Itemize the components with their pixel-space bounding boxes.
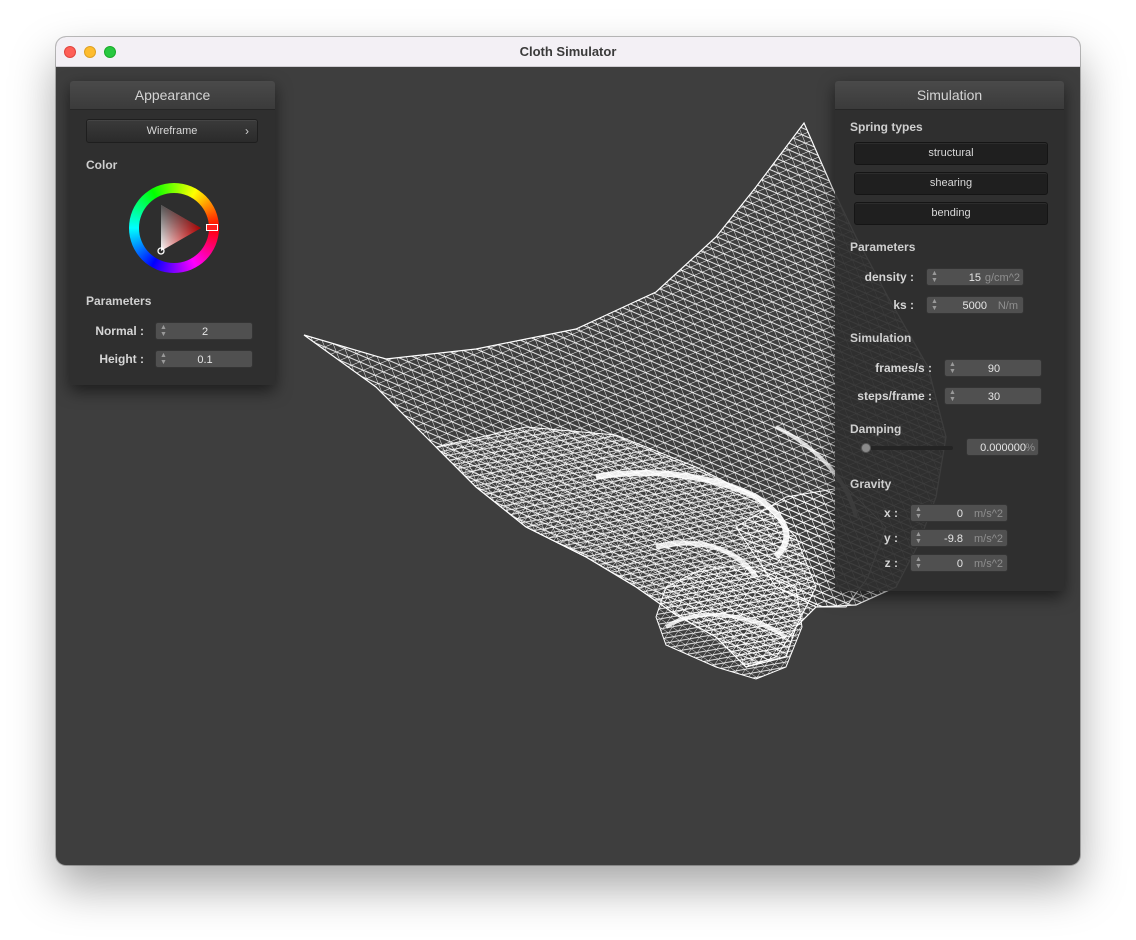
color-wheel[interactable] — [129, 183, 219, 273]
gravity-x-label: x : — [883, 506, 898, 520]
steps-per-frame-label: steps/frame : — [857, 389, 932, 403]
steps-per-frame-input[interactable]: ▲ ▼ 30 — [944, 387, 1042, 405]
fps-label: frames/s : — [875, 361, 932, 375]
gravity-y-label: y : — [883, 531, 898, 545]
simulation-parameters-label: Parameters — [850, 240, 916, 254]
normal-input[interactable]: ▲ ▼ 2 — [155, 322, 253, 340]
gravity-y-input[interactable]: ▲ ▼ -9.8 m/s^2 — [910, 529, 1008, 547]
fps-value: 90 — [987, 363, 1001, 375]
shader-select-label: Wireframe — [146, 125, 198, 137]
height-input[interactable]: ▲ ▼ 0.1 — [155, 350, 253, 368]
gravity-z-unit: m/s^2 — [974, 558, 1003, 570]
fps-input[interactable]: ▲ ▼ 90 — [944, 359, 1042, 377]
appearance-parameters-label: Parameters — [86, 294, 152, 308]
damping-value: 0.000000 — [980, 442, 1026, 454]
render-viewport[interactable]: Appearance Wireframe › Color Parameters … — [56, 67, 1080, 865]
damping-slider-handle[interactable] — [861, 443, 871, 453]
spinner-arrows-icon[interactable]: ▲ ▼ — [915, 556, 922, 570]
ks-unit: N/m — [997, 300, 1018, 312]
simulation-panel-title[interactable]: Simulation — [835, 81, 1064, 110]
normal-value: 2 — [201, 326, 209, 338]
shearing-spring-toggle[interactable]: shearing — [854, 172, 1048, 195]
bending-label: bending — [931, 207, 971, 219]
ks-value: 5000 — [962, 300, 987, 312]
appearance-panel-title[interactable]: Appearance — [70, 81, 275, 110]
structural-label: structural — [928, 147, 974, 159]
spinner-arrows-icon[interactable]: ▲ ▼ — [915, 506, 922, 520]
damping-unit: % — [1025, 442, 1035, 454]
ks-label: ks : — [893, 298, 914, 312]
spinner-arrows-icon[interactable]: ▲ ▼ — [931, 298, 938, 312]
hue-selector-handle[interactable] — [206, 224, 218, 231]
simulation-section-label: Simulation — [850, 331, 912, 345]
gravity-x-input[interactable]: ▲ ▼ 0 m/s^2 — [910, 504, 1008, 522]
damping-slider[interactable] — [861, 443, 953, 453]
gravity-z-value: 0 — [956, 558, 963, 570]
shearing-label: shearing — [929, 177, 973, 189]
simulation-panel: Simulation Spring types structural shear… — [835, 81, 1064, 591]
spinner-arrows-icon[interactable]: ▲ ▼ — [915, 531, 922, 545]
height-label: Height : — [99, 352, 144, 366]
ks-input[interactable]: ▲ ▼ 5000 N/m — [926, 296, 1024, 314]
gravity-y-unit: m/s^2 — [974, 533, 1003, 545]
density-unit: g/cm^2 — [984, 272, 1020, 284]
window-title: Cloth Simulator — [519, 44, 617, 59]
damping-input[interactable]: 0.000000 % — [966, 438, 1039, 456]
gravity-z-input[interactable]: ▲ ▼ 0 m/s^2 — [910, 554, 1008, 572]
density-value: 15 — [968, 272, 981, 284]
shader-select-button[interactable]: Wireframe › — [86, 119, 258, 143]
spring-types-label: Spring types — [850, 120, 923, 134]
normal-label: Normal : — [95, 324, 144, 338]
gravity-x-unit: m/s^2 — [974, 508, 1003, 520]
color-section-label: Color — [86, 158, 118, 172]
damping-label: Damping — [850, 422, 902, 436]
gravity-x-value: 0 — [956, 508, 963, 520]
structural-spring-toggle[interactable]: structural — [854, 142, 1048, 165]
damping-slider-track[interactable] — [861, 446, 953, 450]
gravity-z-label: z : — [884, 556, 898, 570]
title-bar: Cloth Simulator — [56, 37, 1080, 67]
density-input[interactable]: ▲ ▼ 15 g/cm^2 — [926, 268, 1024, 286]
density-label: density : — [864, 270, 914, 284]
steps-per-frame-value: 30 — [987, 391, 1001, 403]
appearance-panel: Appearance Wireframe › Color Parameters … — [70, 81, 275, 385]
gravity-y-value: -9.8 — [944, 533, 963, 545]
app-window: Cloth Simulator Appearance Wireframe › C… — [56, 37, 1080, 865]
height-value: 0.1 — [197, 354, 213, 366]
spinner-arrows-icon[interactable]: ▲ ▼ — [931, 270, 938, 284]
bending-spring-toggle[interactable]: bending — [854, 202, 1048, 225]
gravity-label: Gravity — [850, 477, 892, 491]
chevron-right-icon: › — [245, 124, 249, 138]
